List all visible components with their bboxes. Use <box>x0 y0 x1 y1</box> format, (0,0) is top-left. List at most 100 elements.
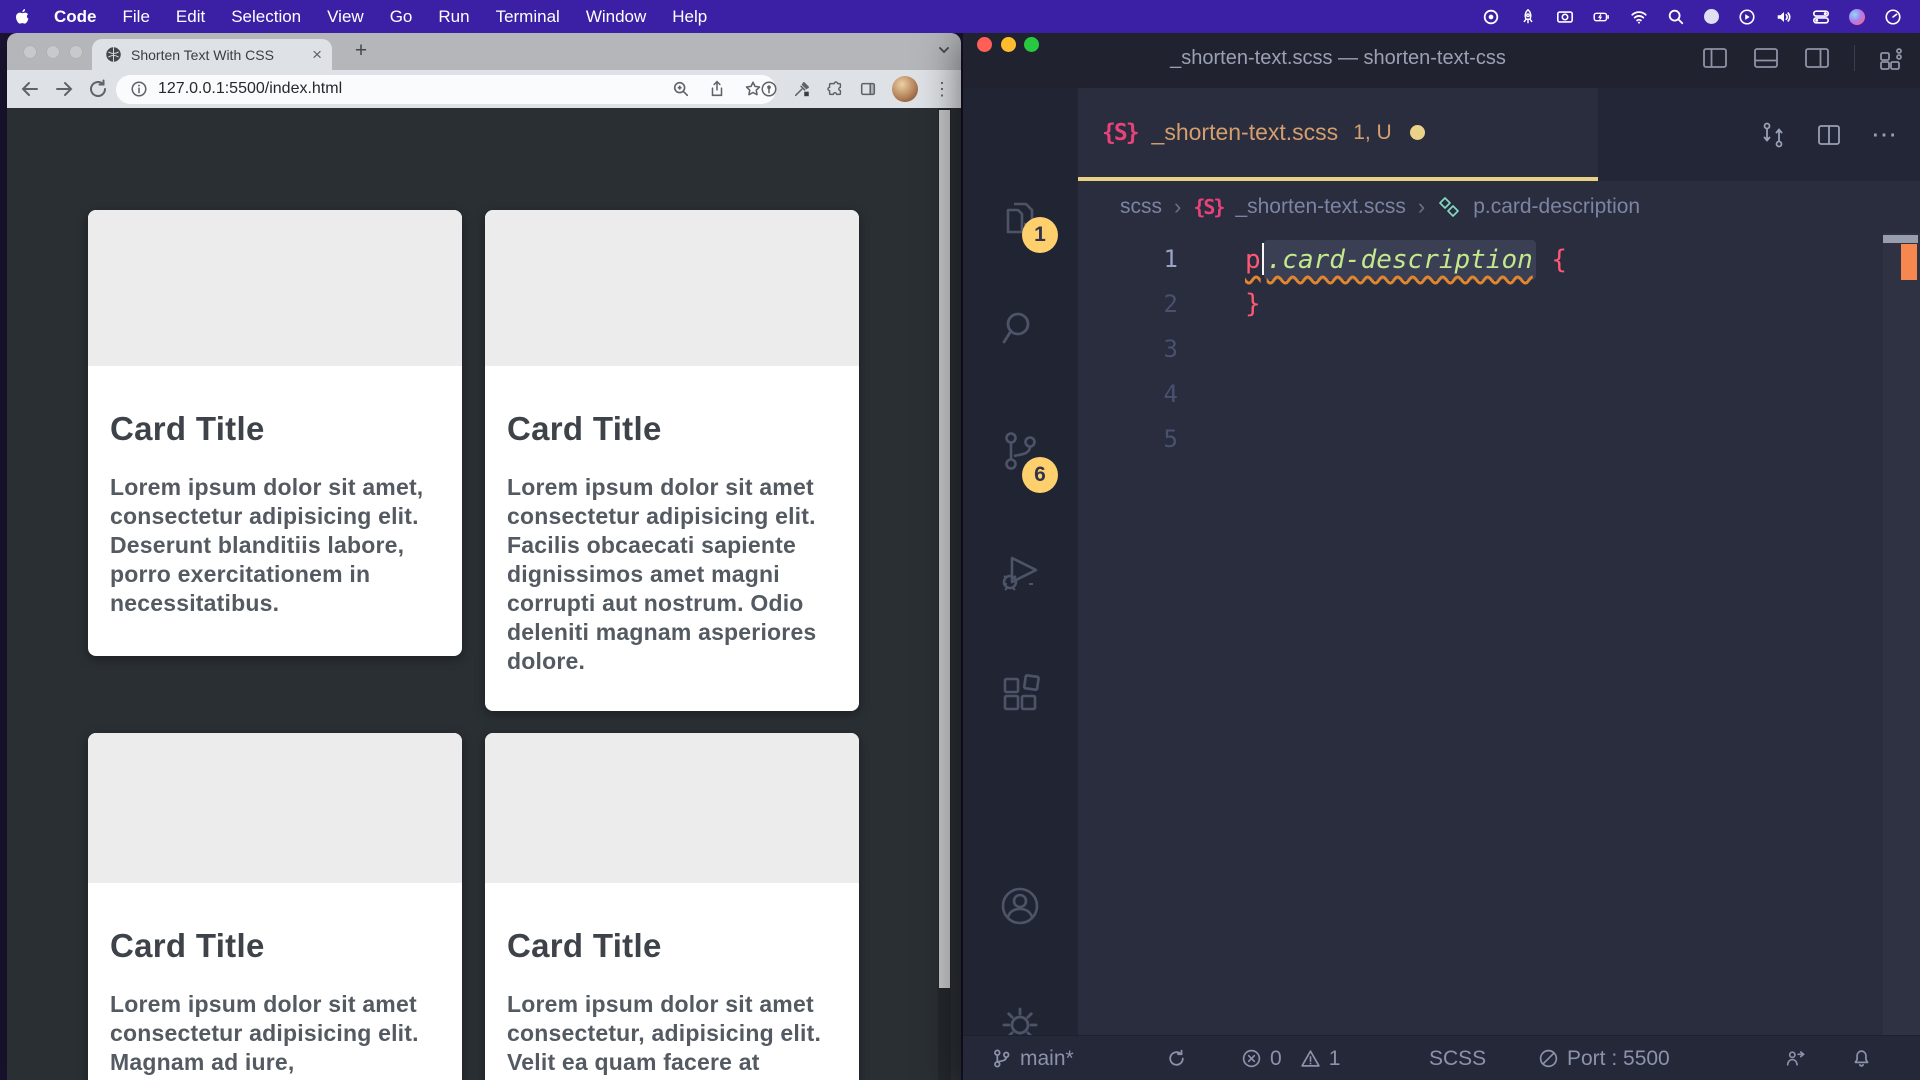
menu-window[interactable]: Window <box>573 7 659 27</box>
code-line-3[interactable]: 3 <box>1078 326 1920 371</box>
extensions-icon[interactable] <box>998 672 1042 716</box>
back-button[interactable] <box>19 78 41 100</box>
toggle-panel-icon[interactable] <box>1752 44 1780 72</box>
minimize-window-button[interactable] <box>46 45 60 59</box>
menu-go[interactable]: Go <box>377 7 426 27</box>
activity-bar: 1 6 <box>963 88 1078 1035</box>
colorpicker-extension-icon[interactable] <box>793 80 811 98</box>
breadcrumb-folder[interactable]: scss <box>1120 195 1162 219</box>
card-description: Lorem ipsum dolor sit amet consectetur, … <box>507 990 836 1080</box>
open-changes-icon[interactable] <box>1759 121 1787 149</box>
editor-scrollbar-slider[interactable] <box>1883 235 1918 243</box>
menu-view[interactable]: View <box>314 7 377 27</box>
split-editor-icon[interactable] <box>1815 121 1843 149</box>
menu-terminal[interactable]: Terminal <box>483 7 573 27</box>
close-window-button[interactable] <box>977 37 992 52</box>
page-scrollbar-track[interactable] <box>938 108 951 1080</box>
editor-tab-active[interactable]: {S} _shorten-text.scss 1, U <box>1078 88 1598 181</box>
code-line-2[interactable]: 2 } <box>1078 281 1920 326</box>
scss-file-icon: {S} <box>1102 120 1138 146</box>
siri-icon[interactable] <box>1849 9 1865 25</box>
line-number: 1 <box>1078 245 1178 273</box>
language-mode: SCSS <box>1429 1047 1486 1071</box>
zoom-window-button[interactable] <box>1024 37 1039 52</box>
rocket-icon[interactable] <box>1519 8 1537 26</box>
warning-count: 1 <box>1329 1047 1341 1071</box>
url-text[interactable]: 127.0.0.1:5500/index.html <box>158 80 342 98</box>
tab-search-chevron-icon[interactable] <box>937 43 951 57</box>
code-open-brace: { <box>1536 245 1567 275</box>
volume-icon[interactable] <box>1775 8 1793 26</box>
editor-overview-ruler[interactable] <box>1883 233 1920 1035</box>
more-actions-kebab-icon[interactable]: ⋯ <box>1871 119 1898 150</box>
tab-close-icon[interactable]: × <box>312 46 322 63</box>
warning-marker <box>1901 244 1917 280</box>
menu-selection[interactable]: Selection <box>218 7 314 27</box>
line-number: 3 <box>1078 335 1178 363</box>
do-not-disturb-icon[interactable] <box>1704 9 1719 24</box>
extensions-puzzle-icon[interactable] <box>826 80 844 98</box>
clock-icon[interactable] <box>1884 8 1902 26</box>
card-title: Card Title <box>507 410 836 448</box>
breadcrumb-symbol[interactable]: p.card-description <box>1473 195 1640 219</box>
code-editor[interactable]: 1 p.card-description { 2 } 3 4 5 <box>1078 233 1920 1035</box>
forward-button[interactable] <box>53 78 75 100</box>
browser-extension-icons: ⋮ <box>760 70 951 108</box>
run-debug-icon[interactable] <box>998 550 1042 594</box>
page-scrollbar-thumb[interactable] <box>939 110 950 988</box>
new-tab-button[interactable]: + <box>347 37 375 65</box>
site-info-icon[interactable] <box>130 80 148 98</box>
record-icon[interactable] <box>1482 8 1500 26</box>
browser-tab-strip: Shorten Text With CSS × + <box>7 33 961 70</box>
chevron-right-icon: › <box>1174 194 1181 220</box>
live-server-item[interactable]: Port : 5500 <box>1538 1036 1670 1080</box>
toggle-sidebar-icon[interactable] <box>1701 44 1729 72</box>
browser-active-tab[interactable]: Shorten Text With CSS × <box>92 39 332 70</box>
breadcrumbs: scss › {S} _shorten-text.scss › p.card-d… <box>1078 181 1920 233</box>
close-window-button[interactable] <box>23 45 37 59</box>
menu-code[interactable]: Code <box>41 7 110 27</box>
wifi-icon[interactable] <box>1630 8 1648 26</box>
menu-run[interactable]: Run <box>425 7 482 27</box>
toggle-secondary-sidebar-icon[interactable] <box>1803 44 1831 72</box>
layout-controls <box>1701 44 1906 72</box>
minimize-window-button[interactable] <box>1001 37 1016 52</box>
branch-name: main* <box>1020 1047 1074 1071</box>
code-line-4[interactable]: 4 <box>1078 371 1920 416</box>
notifications-item[interactable] <box>1851 1036 1872 1080</box>
code-line-1[interactable]: 1 p.card-description { <box>1078 236 1920 281</box>
card-title: Card Title <box>110 927 439 965</box>
zoom-window-button[interactable] <box>69 45 83 59</box>
profile-avatar[interactable] <box>892 76 918 102</box>
reload-button[interactable] <box>87 78 109 100</box>
feedback-item[interactable] <box>1785 1036 1806 1080</box>
language-mode-item[interactable]: SCSS <box>1429 1036 1486 1080</box>
sync-item[interactable] <box>1166 1036 1187 1080</box>
browser-menu-kebab-icon[interactable]: ⋮ <box>933 79 951 100</box>
zoom-icon[interactable] <box>672 80 690 98</box>
vscode-window: _shorten-text.scss — shorten-text-css 1 … <box>963 27 1920 1080</box>
account-icon[interactable] <box>998 884 1042 928</box>
battery-icon[interactable] <box>1593 8 1611 26</box>
spotlight-icon[interactable] <box>1667 8 1685 26</box>
menu-help[interactable]: Help <box>659 7 720 27</box>
circle-slash-icon <box>1538 1048 1559 1069</box>
code-class-selector-token: .card-description <box>1267 245 1533 275</box>
menu-file[interactable]: File <box>110 7 163 27</box>
password-extension-icon[interactable] <box>760 80 778 98</box>
control-center-icon[interactable] <box>1812 8 1830 26</box>
share-icon[interactable] <box>708 80 726 98</box>
side-panel-icon[interactable] <box>859 80 877 98</box>
unsaved-dot-icon[interactable] <box>1410 125 1425 140</box>
customize-layout-icon[interactable] <box>1878 44 1906 72</box>
play-circle-icon[interactable] <box>1738 8 1756 26</box>
git-branch-item[interactable]: main* <box>991 1036 1074 1080</box>
screen-record-icon[interactable] <box>1556 8 1574 26</box>
problems-item[interactable]: 0 1 <box>1241 1036 1340 1080</box>
code-line-5[interactable]: 5 <box>1078 416 1920 461</box>
apple-menu-icon[interactable] <box>14 7 31 26</box>
breadcrumb-file[interactable]: _shorten-text.scss <box>1235 195 1405 219</box>
address-bar[interactable]: 127.0.0.1:5500/index.html <box>116 75 776 104</box>
menu-edit[interactable]: Edit <box>163 7 218 27</box>
search-icon[interactable] <box>998 306 1042 350</box>
